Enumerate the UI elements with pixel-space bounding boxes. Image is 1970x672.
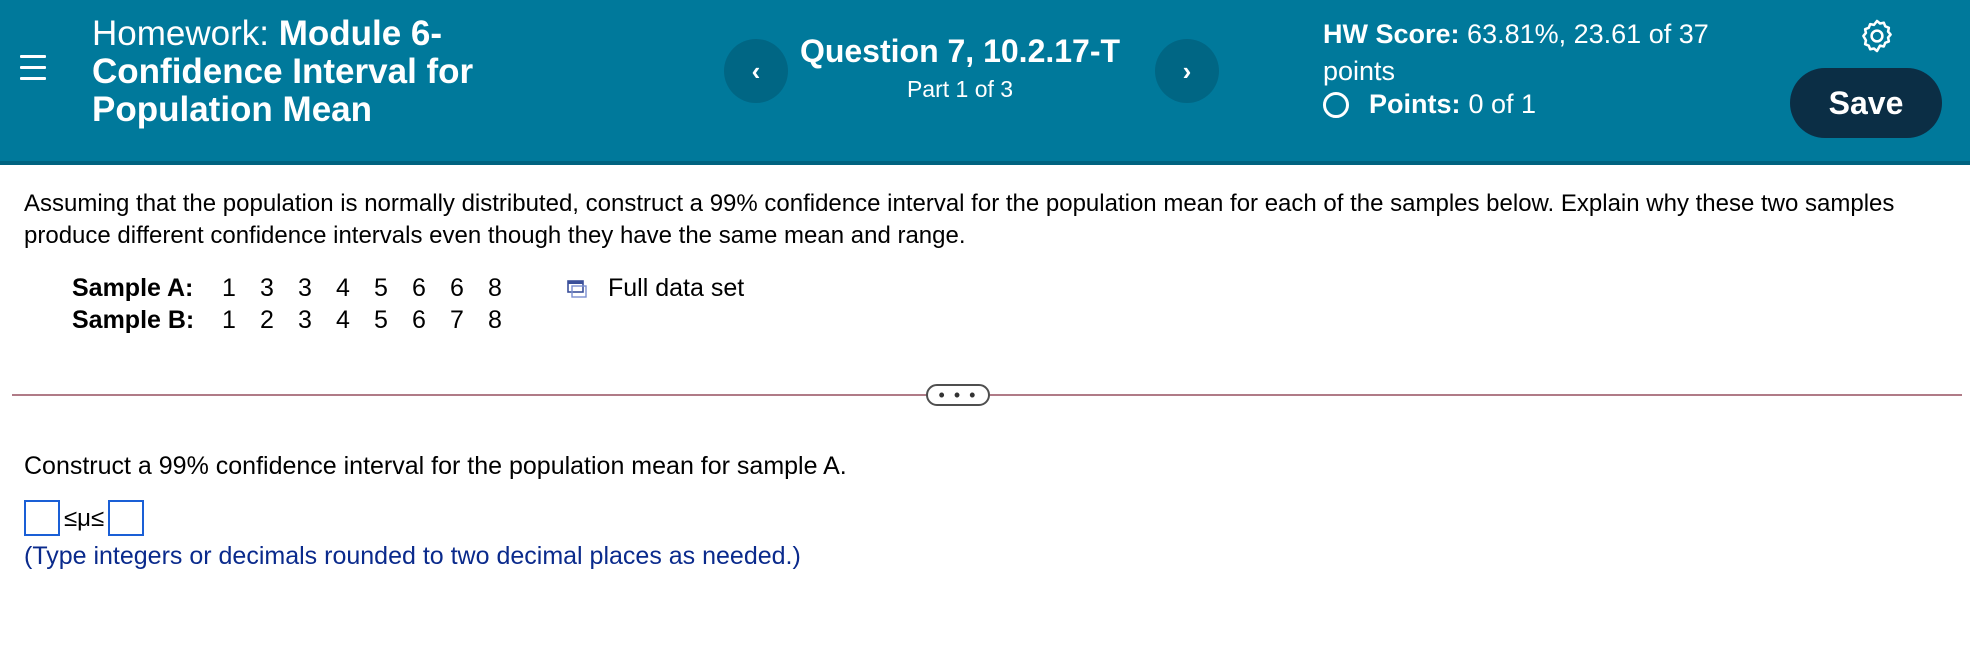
homework-title-prefix: Homework: <box>92 14 269 53</box>
upper-bound-input[interactable] <box>108 500 145 536</box>
sample-a-value: 6 <box>412 274 426 302</box>
sample-a-value: 5 <box>374 274 388 302</box>
menu-icon[interactable] <box>20 55 46 83</box>
top-bar: Homework: Module 6-Confidence Interval f… <box>0 0 1970 165</box>
answer-format-hint: (Type integers or decimals rounded to tw… <box>24 542 801 570</box>
sample-a-value: 3 <box>260 274 274 302</box>
sample-a-value: 8 <box>488 274 502 302</box>
save-button[interactable]: Save <box>1790 68 1942 138</box>
top-bar-bottom-edge <box>0 161 1970 165</box>
full-data-set-label: Full data set <box>608 274 745 302</box>
sample-b-label: Sample B: <box>72 306 195 334</box>
sample-a-value: 4 <box>336 274 350 302</box>
previous-question-button[interactable]: ‹ <box>724 39 788 103</box>
next-question-button[interactable]: › <box>1155 39 1219 103</box>
sample-b-value: 5 <box>374 306 388 334</box>
sample-b-value: 1 <box>222 306 236 334</box>
sample-a-label: Sample A: <box>72 274 194 302</box>
data-set-icon <box>567 279 587 298</box>
sample-a-value: 1 <box>222 274 236 302</box>
expand-more-button[interactable]: • • • <box>926 384 990 406</box>
samples-table: Sample A: 1 3 3 4 5 6 6 8 Sample B: 1 2 … <box>72 272 514 336</box>
sample-a-value: 3 <box>298 274 312 302</box>
sample-b-value: 2 <box>260 306 274 334</box>
mu-inequality: ≤μ≤ <box>64 505 105 532</box>
points-value: 0 of 1 <box>1468 89 1537 119</box>
question-prompt: Assuming that the population is normally… <box>24 190 1895 249</box>
question-title: Question 7, 10.2.17-T <box>799 33 1121 69</box>
radio-circle-icon <box>1323 91 1349 118</box>
full-data-set-link[interactable]: Full data set <box>566 274 744 303</box>
sample-b-value: 8 <box>488 306 502 334</box>
gear-icon[interactable] <box>1858 17 1896 55</box>
sample-b-row: Sample B: 1 2 3 4 5 6 7 8 <box>72 304 514 336</box>
hw-score: HW Score: 63.81%, 23.61 of 37 points <box>1323 16 1763 90</box>
sample-b-value: 4 <box>336 306 350 334</box>
sample-b-value: 3 <box>298 306 312 334</box>
points-label: Points: <box>1369 89 1461 119</box>
homework-title: Homework: Module 6-Confidence Interval f… <box>92 15 532 129</box>
question-part: Part 1 of 3 <box>906 76 1014 102</box>
sample-a-row: Sample A: 1 3 3 4 5 6 6 8 <box>72 272 514 304</box>
hw-score-label: HW Score: <box>1323 19 1460 49</box>
subquestion-text: Construct a 99% confidence interval for … <box>24 452 847 480</box>
chevron-right-icon: › <box>1182 55 1192 86</box>
chevron-left-icon: ‹ <box>751 55 761 86</box>
sample-a-value: 6 <box>450 274 464 302</box>
confidence-interval-answer: ≤μ≤ <box>24 500 145 536</box>
sample-b-value: 6 <box>412 306 426 334</box>
sample-b-value: 7 <box>450 306 464 334</box>
lower-bound-input[interactable] <box>24 500 60 536</box>
question-points: Points: 0 of 1 <box>1323 89 1536 120</box>
